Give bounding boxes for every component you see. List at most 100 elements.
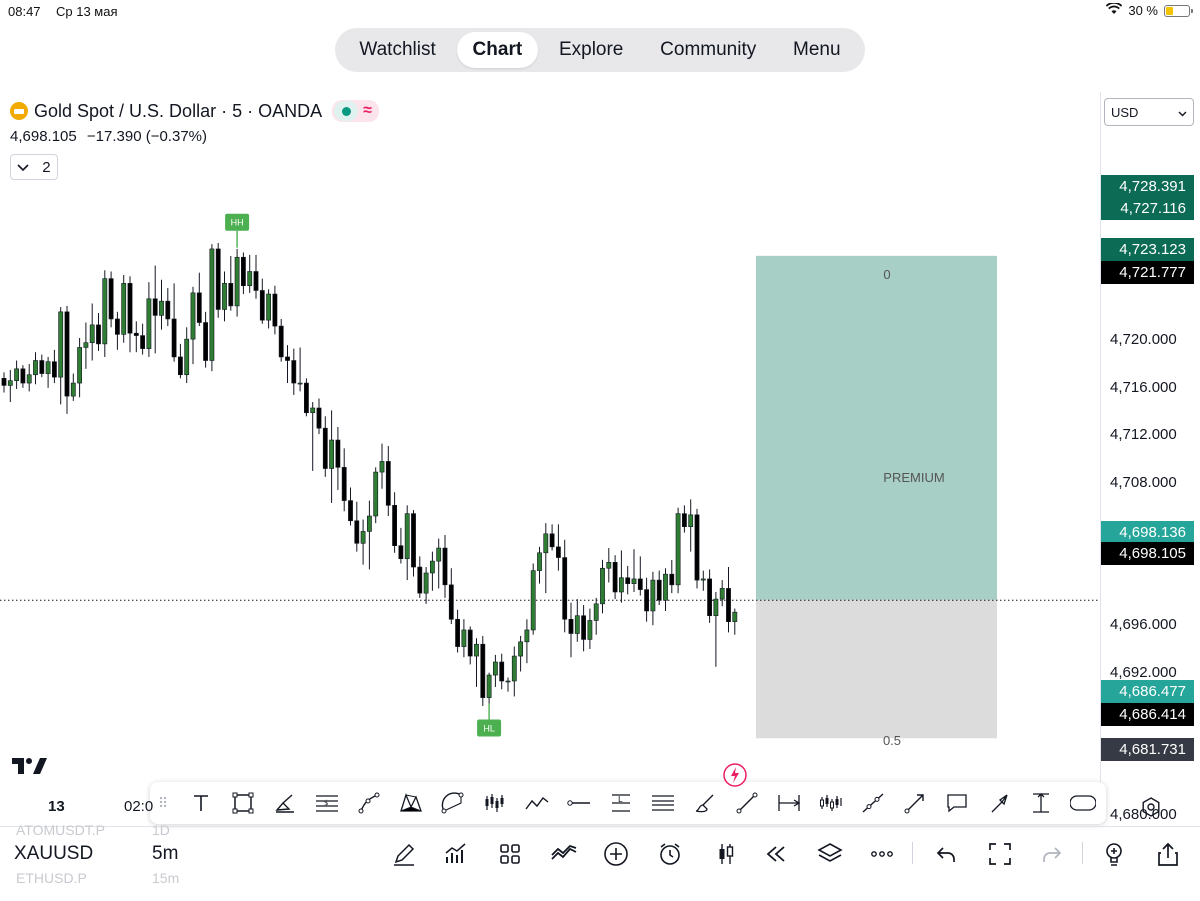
compare-icon[interactable] <box>548 838 580 870</box>
candle[interactable] <box>1 372 7 393</box>
candle[interactable] <box>354 501 360 552</box>
candle[interactable] <box>524 619 530 664</box>
candle[interactable] <box>190 286 196 365</box>
candle[interactable] <box>360 519 366 565</box>
candle[interactable] <box>429 551 435 591</box>
candle[interactable] <box>234 248 240 317</box>
candle[interactable] <box>467 626 473 665</box>
candle[interactable] <box>625 565 631 595</box>
candle[interactable] <box>203 311 208 368</box>
candle[interactable] <box>398 527 404 564</box>
candle[interactable] <box>127 276 133 353</box>
candle[interactable] <box>121 275 127 343</box>
callout-icon[interactable] <box>936 785 978 821</box>
candle[interactable] <box>719 580 725 607</box>
candle[interactable] <box>694 508 700 589</box>
candle[interactable] <box>650 571 656 626</box>
extended-line-icon[interactable] <box>852 785 894 821</box>
candle[interactable] <box>455 609 460 653</box>
candle[interactable] <box>448 568 454 625</box>
candle[interactable] <box>215 242 221 318</box>
candle[interactable] <box>51 349 57 384</box>
candle[interactable] <box>26 364 32 392</box>
layers-icon[interactable] <box>814 838 846 870</box>
arrow-line-icon[interactable] <box>894 785 936 821</box>
candle[interactable] <box>322 416 328 477</box>
candle[interactable] <box>474 638 479 687</box>
tab-chart[interactable]: Chart <box>456 32 539 68</box>
candle[interactable] <box>492 654 498 687</box>
candle[interactable] <box>574 599 580 642</box>
chart-canvas[interactable]: 0 PREMIUM 0.5 HH HL <box>0 90 1100 790</box>
candle[interactable] <box>310 402 316 471</box>
candle[interactable] <box>272 285 278 335</box>
candle[interactable] <box>600 559 605 614</box>
candle[interactable] <box>549 524 555 551</box>
candle[interactable] <box>178 343 183 379</box>
tab-explore[interactable]: Explore <box>543 32 639 68</box>
candle[interactable] <box>587 608 593 649</box>
candle[interactable] <box>675 507 681 594</box>
redo-icon[interactable] <box>1036 838 1068 870</box>
candle[interactable] <box>259 278 265 324</box>
candle[interactable] <box>209 244 215 372</box>
candle[interactable] <box>511 646 517 697</box>
candle[interactable] <box>373 467 379 524</box>
candle[interactable] <box>612 555 618 600</box>
highlighter-icon[interactable] <box>684 785 726 821</box>
candle[interactable] <box>366 500 372 570</box>
timeframe-picker[interactable]: 5m <box>152 843 178 865</box>
candle[interactable] <box>96 313 101 352</box>
candle[interactable] <box>631 549 637 592</box>
candlestick-type-icon[interactable] <box>710 838 742 870</box>
candle[interactable] <box>102 270 108 357</box>
candle[interactable] <box>165 288 171 327</box>
candle[interactable] <box>70 373 76 401</box>
candle[interactable] <box>89 303 95 361</box>
candle[interactable] <box>423 567 429 604</box>
candle[interactable] <box>518 635 523 672</box>
candle[interactable] <box>392 492 397 553</box>
candle[interactable] <box>241 252 246 295</box>
candle[interactable] <box>58 307 64 405</box>
candle[interactable] <box>700 570 706 591</box>
candle[interactable] <box>253 254 259 299</box>
candle[interactable] <box>341 448 347 512</box>
layout-grid-icon[interactable] <box>494 838 526 870</box>
candle[interactable] <box>184 327 190 384</box>
candle[interactable] <box>64 305 70 414</box>
candle[interactable] <box>681 505 687 533</box>
candle[interactable] <box>618 550 624 603</box>
candle[interactable] <box>348 487 353 526</box>
alarm-clock-icon[interactable] <box>654 838 686 870</box>
candle[interactable] <box>568 602 574 658</box>
candle[interactable] <box>436 538 442 589</box>
candle[interactable] <box>222 271 227 322</box>
watchlist-next-symbol[interactable]: ETHUSD.P <box>16 870 87 886</box>
xabcd-pattern-icon[interactable] <box>390 785 432 821</box>
candle[interactable] <box>45 356 51 388</box>
candle[interactable] <box>656 570 662 606</box>
candle[interactable] <box>20 365 26 388</box>
candle[interactable] <box>316 398 322 435</box>
bars-pattern-icon[interactable] <box>474 785 516 821</box>
candle[interactable] <box>385 445 391 517</box>
brush-tool-icon[interactable] <box>264 785 306 821</box>
tab-menu[interactable]: Menu <box>777 32 857 68</box>
candle[interactable] <box>606 548 612 583</box>
fib-retracement-icon[interactable]: $ <box>306 785 348 821</box>
candle[interactable] <box>228 256 234 311</box>
candle[interactable] <box>505 677 511 692</box>
candle[interactable] <box>461 619 467 658</box>
fullscreen-icon[interactable] <box>984 838 1016 870</box>
candle[interactable] <box>291 348 297 395</box>
candle[interactable] <box>285 345 290 384</box>
candle[interactable] <box>543 523 549 594</box>
candle[interactable] <box>404 505 410 581</box>
candle[interactable] <box>637 556 643 596</box>
undo-icon[interactable] <box>930 838 962 870</box>
candle[interactable] <box>303 378 309 417</box>
long-position-icon[interactable]: L <box>600 785 642 821</box>
candle[interactable] <box>537 546 542 584</box>
date-range-icon[interactable] <box>768 785 810 821</box>
